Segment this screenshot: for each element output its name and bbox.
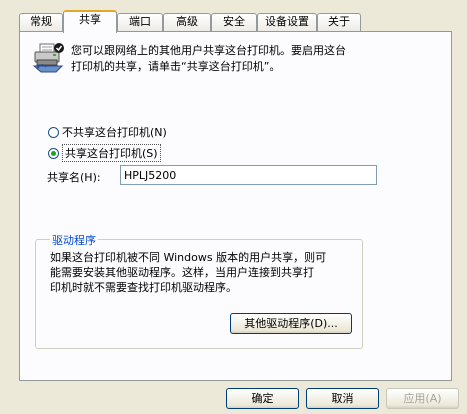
drivers-legend: 驱动程序	[50, 232, 98, 248]
ok-button[interactable]: 确定	[226, 388, 299, 409]
radio-not-share[interactable]: 不共享这台打印机(N)	[48, 124, 167, 140]
tab-device-settings[interactable]: 设备设置	[257, 13, 317, 31]
shared-printer-icon	[32, 42, 64, 77]
tab-about[interactable]: 关于	[317, 13, 361, 31]
radio-button-icon	[48, 126, 59, 138]
tab-label: 常规	[30, 15, 52, 28]
tab-label: 端口	[129, 15, 151, 28]
radio-share-label: 共享这台打印机(S)	[62, 144, 161, 162]
apply-button[interactable]: 应用(A)	[386, 388, 459, 409]
sharing-description-line2: 打印机的共享，请单击“共享这台打印机”。	[71, 60, 281, 73]
share-name-input[interactable]	[120, 165, 377, 185]
radio-not-share-label: 不共享这台打印机(N)	[62, 126, 167, 139]
drivers-text-line3: 印机时就不需要查找打印机驱动程序。	[50, 281, 237, 294]
drivers-text-line1: 如果这台打印机被不同 Windows 版本的用户共享，则可	[50, 251, 327, 264]
drivers-text-line2: 能需要安装其他驱动程序。这样，当用户连接到共享打	[50, 266, 314, 279]
tab-advanced[interactable]: 高级	[163, 13, 211, 31]
radio-share[interactable]: 共享这台打印机(S)	[48, 144, 161, 162]
share-name-label: 共享名(H):	[47, 171, 101, 184]
tab-label: 共享	[79, 13, 101, 26]
tab-label: 关于	[328, 15, 350, 28]
sharing-description-line1: 您可以跟网络上的其他用户共享这台打印机。要启用这台	[71, 44, 346, 57]
tab-sharing[interactable]: 共享	[63, 10, 117, 33]
sharing-panel: 您可以跟网络上的其他用户共享这台打印机。要启用这台 打印机的共享，请单击“共享这…	[19, 31, 452, 381]
tab-label: 安全	[223, 15, 245, 28]
tab-ports[interactable]: 端口	[117, 13, 163, 31]
tab-label: 高级	[176, 15, 198, 28]
tab-general[interactable]: 常规	[19, 13, 63, 31]
radio-selected-icon	[48, 147, 59, 159]
cancel-button[interactable]: 取消	[306, 388, 379, 409]
additional-drivers-button[interactable]: 其他驱动程序(D)...	[230, 313, 352, 334]
tab-security[interactable]: 安全	[211, 13, 257, 31]
tab-label: 设备设置	[265, 15, 309, 28]
